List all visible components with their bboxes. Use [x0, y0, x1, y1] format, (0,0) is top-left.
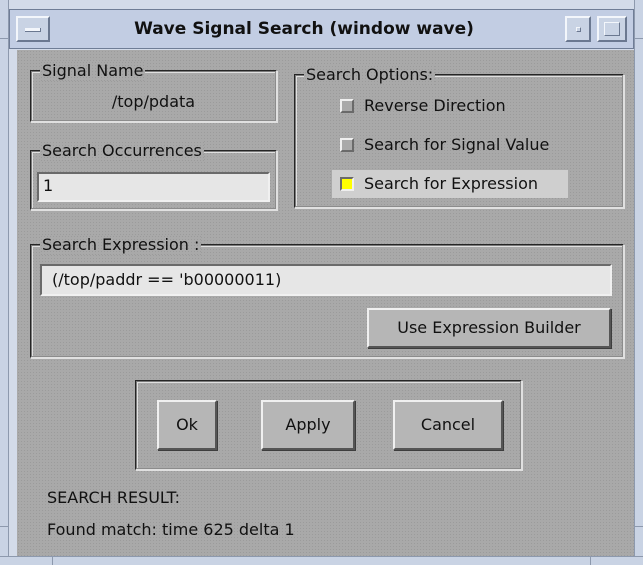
- dialog-window: Wave Signal Search (window wave) Signal …: [0, 0, 643, 565]
- search-expression-input[interactable]: (/top/paddr == 'b00000011): [40, 264, 612, 296]
- border-notch: [0, 38, 9, 39]
- window-title: Wave Signal Search (window wave): [134, 19, 474, 39]
- search-occurrences-input[interactable]: 1: [37, 172, 270, 202]
- apply-button[interactable]: Apply: [261, 400, 355, 450]
- action-buttons-group: Ok Apply Cancel: [135, 380, 522, 470]
- border-notch: [634, 38, 643, 39]
- signal-name-value: /top/pdata: [111, 92, 196, 111]
- search-signal-value-checkbox[interactable]: [340, 138, 354, 152]
- window-border-bottom[interactable]: [0, 556, 643, 565]
- option-search-expression[interactable]: Search for Expression: [332, 170, 568, 198]
- search-result-heading: SEARCH RESULT:: [47, 488, 181, 507]
- window-menu-icon: [25, 28, 41, 32]
- search-options-label: Search Options:: [304, 65, 436, 85]
- minimize-button[interactable]: [565, 16, 591, 42]
- border-notch: [0, 526, 9, 527]
- reverse-direction-label: Reverse Direction: [364, 96, 506, 115]
- search-occurrences-label: Search Occurrences: [40, 141, 204, 161]
- reverse-direction-checkbox[interactable]: [340, 99, 354, 113]
- maximize-icon: [604, 22, 620, 36]
- search-expression-label: Search for Expression: [364, 174, 538, 193]
- dialog-body: Signal Name /top/pdata Search Occurrence…: [17, 50, 634, 556]
- border-notch: [52, 556, 53, 565]
- search-expression-group: Search Expression : (/top/paddr == 'b000…: [30, 235, 624, 358]
- ok-button[interactable]: Ok: [157, 400, 217, 450]
- maximize-button[interactable]: [597, 16, 627, 42]
- cancel-button[interactable]: Cancel: [393, 400, 503, 450]
- signal-name-group: Signal Name /top/pdata: [30, 61, 277, 122]
- border-notch: [634, 526, 643, 527]
- search-occurrences-group: Search Occurrences 1: [30, 141, 277, 210]
- search-expression-checkbox[interactable]: [340, 177, 354, 191]
- use-expression-builder-button[interactable]: Use Expression Builder: [367, 308, 611, 348]
- window-menu-button[interactable]: [16, 16, 50, 42]
- minimize-icon: [576, 27, 581, 32]
- window-border-right[interactable]: [634, 0, 643, 565]
- border-notch: [590, 556, 591, 565]
- signal-name-label: Signal Name: [40, 61, 146, 81]
- search-expression-group-label: Search Expression :: [40, 235, 202, 255]
- window-border-left[interactable]: [0, 0, 9, 565]
- search-options-group: Search Options: Reverse Direction Search…: [294, 65, 624, 208]
- title-bar[interactable]: Wave Signal Search (window wave): [9, 9, 634, 49]
- search-result-text: Found match: time 625 delta 1: [47, 520, 295, 539]
- search-signal-value-label: Search for Signal Value: [364, 135, 550, 154]
